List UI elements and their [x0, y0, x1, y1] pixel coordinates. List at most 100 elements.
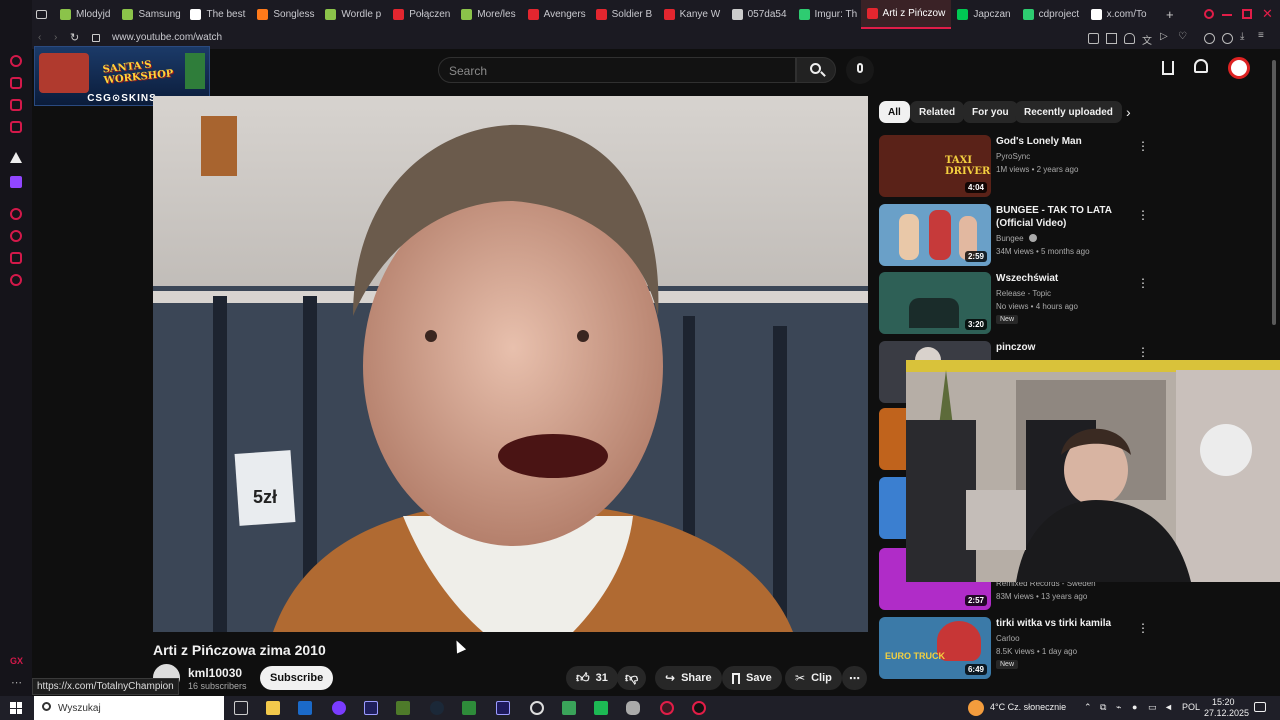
close-window-icon[interactable]: ✕: [1262, 6, 1273, 22]
recommendation-item[interactable]: 3:20 Wszechświat Release - Topic No view…: [879, 272, 1259, 334]
account-avatar[interactable]: [1228, 57, 1250, 79]
sidebar-messenger-icon[interactable]: [10, 55, 22, 67]
recommendation-channel[interactable]: Carloo: [996, 634, 1020, 643]
browser-tab[interactable]: Japczan: [951, 0, 1016, 29]
chips-next-icon[interactable]: ›: [1126, 104, 1131, 120]
clock-date[interactable]: 27.12.2025: [1204, 708, 1249, 718]
more-actions-button[interactable]: ⋯: [842, 666, 867, 690]
recommendation-menu-icon[interactable]: ⋮: [1137, 274, 1149, 290]
browser-tab[interactable]: Avengers: [522, 0, 590, 29]
recommendation-menu-icon[interactable]: ⋮: [1137, 619, 1149, 635]
sidebar-extensions-icon[interactable]: [10, 252, 22, 264]
weather-text[interactable]: 4°C Cz. słonecznie: [990, 702, 1066, 712]
back-icon[interactable]: ‹: [38, 32, 41, 43]
sidebar-instagram-icon[interactable]: [10, 77, 22, 89]
recommendation-thumbnail[interactable]: TAXI DRIVER 4:04: [879, 135, 991, 197]
recommendation-thumbnail[interactable]: [879, 477, 909, 539]
sidebar-gx-icon[interactable]: GX: [10, 656, 23, 666]
dislike-button[interactable]: 👎︎: [617, 666, 647, 690]
browser-tab[interactable]: Kanye W: [658, 0, 726, 29]
shield-icon[interactable]: [1124, 33, 1135, 44]
steam-icon[interactable]: [430, 701, 444, 715]
recommendation-title[interactable]: God's Lonely Man: [996, 135, 1136, 148]
browser-tab[interactable]: Połączen: [387, 0, 455, 29]
sidebar-vk-icon[interactable]: [10, 121, 22, 133]
recommendation-title[interactable]: BUNGEE - TAK TO LATA (Official Video): [996, 204, 1136, 230]
maximize-icon[interactable]: [1242, 9, 1252, 19]
browser-tab[interactable]: Wordle p: [319, 0, 387, 29]
taskbar-search-input[interactable]: Wyszukaj: [34, 696, 224, 720]
notifications-bell-icon[interactable]: [1194, 59, 1208, 73]
recommendation-title[interactable]: pinczow: [996, 341, 1136, 354]
save-button[interactable]: Save: [722, 666, 782, 690]
heart-icon[interactable]: ♡: [1178, 31, 1187, 42]
browser-tab[interactable]: More/les: [455, 0, 521, 29]
layers-app-icon[interactable]: [562, 701, 576, 715]
browser-tab[interactable]: Soldier B: [590, 0, 658, 29]
browser-tab[interactable]: x.com/To: [1085, 0, 1153, 29]
sidebar-player-icon[interactable]: [10, 208, 22, 220]
new-tab-icon[interactable]: +: [1166, 7, 1174, 22]
chip-related[interactable]: Related: [910, 101, 965, 123]
browser-tab[interactable]: Arti z Pińczow: [860, 0, 952, 29]
notifications-icon[interactable]: [1254, 702, 1266, 712]
settings-icon[interactable]: [530, 701, 544, 715]
task-view-icon[interactable]: [234, 701, 248, 715]
recommendation-item[interactable]: EURO TRUCK 6:49 tirki witka vs tirki kam…: [879, 617, 1259, 679]
browser-tab[interactable]: Songless: [251, 0, 319, 29]
share-button[interactable]: ↪ Share: [655, 666, 722, 690]
shield-app-icon[interactable]: [626, 701, 640, 715]
forward-icon[interactable]: ›: [54, 32, 57, 43]
browser-tab[interactable]: Imgur: Th: [793, 0, 861, 29]
recommendation-menu-icon[interactable]: ⋮: [1137, 206, 1149, 222]
clock-time[interactable]: 15:20: [1212, 697, 1235, 707]
browser-tab[interactable]: Samsung: [116, 0, 184, 29]
obs-icon[interactable]: [692, 701, 706, 715]
recommendation-channel[interactable]: PyroSync: [996, 152, 1030, 161]
tray-overflow-icon[interactable]: ⌃: [1084, 702, 1092, 713]
sidebar-ai-icon[interactable]: [10, 152, 22, 163]
recommendation-menu-icon[interactable]: ⋮: [1137, 137, 1149, 153]
recommendation-title[interactable]: tirki witka vs tirki kamila: [996, 617, 1136, 630]
sidebar-whatsapp-icon[interactable]: [10, 99, 22, 111]
tray-app-icon[interactable]: ⧉: [1100, 702, 1106, 713]
after-effects-icon[interactable]: [364, 701, 378, 715]
windows-start-icon[interactable]: [10, 702, 22, 714]
recommendation-item[interactable]: TAXI DRIVER 4:04 God's Lonely Man PyroSy…: [879, 135, 1259, 197]
voice-search-button[interactable]: [846, 56, 874, 84]
sidebar-twitch-icon[interactable]: [10, 176, 22, 188]
clip-button[interactable]: ✂ Clip: [785, 666, 842, 690]
recommendation-thumbnail[interactable]: 3:20: [879, 272, 991, 334]
snapshot-icon[interactable]: [1106, 33, 1117, 44]
opera-gx-taskbar-icon[interactable]: [660, 701, 674, 715]
browser-tab[interactable]: Mlodyjd: [54, 0, 116, 29]
browser-tab[interactable]: cdproject: [1017, 0, 1085, 29]
chip-all[interactable]: All: [879, 101, 910, 123]
notepad-icon[interactable]: [462, 701, 476, 715]
recommendation-channel[interactable]: Bungee: [996, 234, 1024, 243]
like-button[interactable]: 👍︎ 31: [566, 666, 618, 690]
download-icon[interactable]: ⤓: [1240, 31, 1244, 42]
subscribe-button[interactable]: Subscribe: [260, 666, 334, 690]
translate-icon[interactable]: 文: [1142, 32, 1152, 47]
profile-icon[interactable]: [1222, 33, 1233, 44]
language-indicator[interactable]: POL: [1182, 702, 1200, 712]
search-input[interactable]: Search: [438, 57, 796, 83]
obsidian-icon[interactable]: [332, 701, 346, 715]
chip-for-you[interactable]: For you: [963, 101, 1018, 123]
url-field[interactable]: www.youtube.com/watch: [112, 32, 222, 43]
browser-tab[interactable]: 057da54: [726, 0, 793, 29]
minimize-icon[interactable]: [1222, 14, 1232, 16]
browser-tab[interactable]: The best: [184, 0, 251, 29]
video-player[interactable]: 5zł: [153, 96, 868, 632]
tray-network-icon[interactable]: ⌁: [1116, 702, 1121, 713]
tray-display-icon[interactable]: ▭: [1148, 702, 1157, 713]
recommendation-menu-icon[interactable]: ⋮: [1137, 343, 1149, 359]
recommendation-channel[interactable]: Release - Topic: [996, 289, 1051, 298]
premiere-icon[interactable]: [496, 701, 510, 715]
menu-icon[interactable]: ≡: [1258, 30, 1264, 41]
sidebar-settings-icon[interactable]: [10, 274, 22, 286]
page-scrollbar[interactable]: [1272, 60, 1276, 325]
workspaces-icon[interactable]: [36, 10, 47, 19]
file-explorer-icon[interactable]: [266, 701, 280, 715]
